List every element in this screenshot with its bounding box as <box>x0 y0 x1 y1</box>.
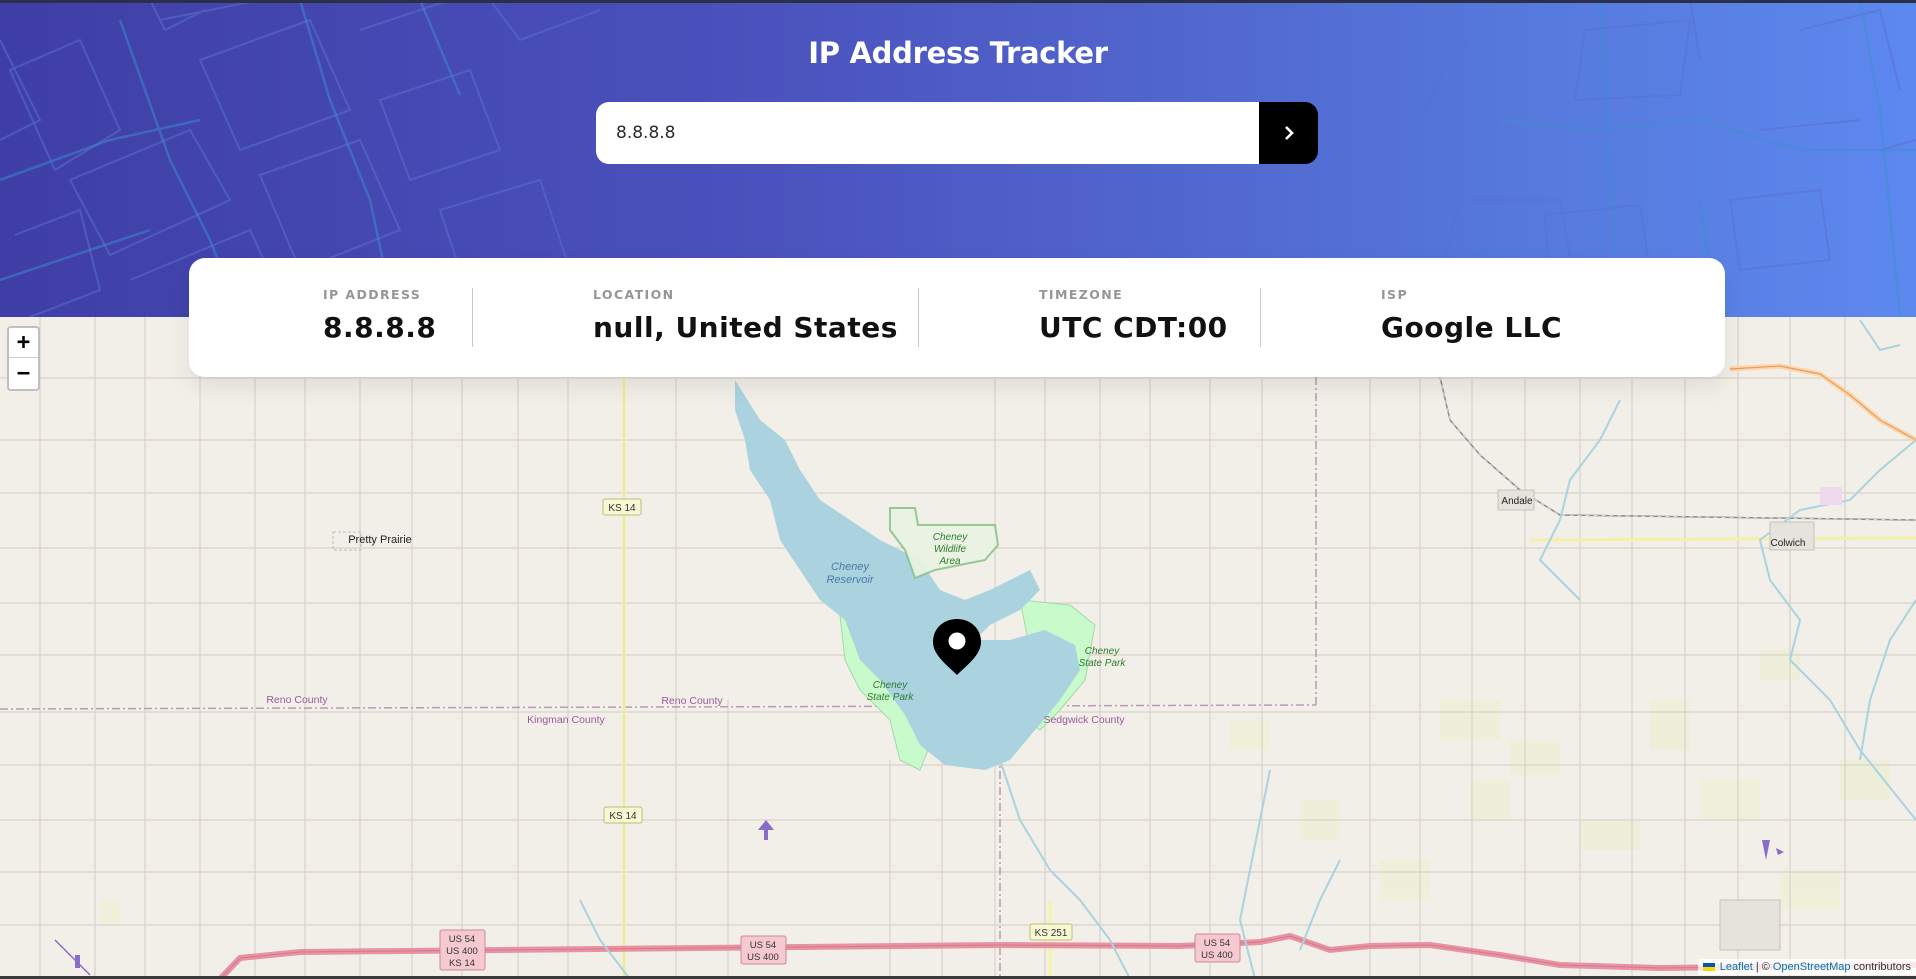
map-label-cheney-reservoir: Reservoir <box>826 574 874 586</box>
road-shield-label: US 400 <box>747 952 779 963</box>
map-label-pretty-prairie: Pretty Prairie <box>348 534 412 546</box>
timezone-value: UTC CDT:00 <box>1039 311 1228 344</box>
location-block: LOCATION null, United States <box>593 287 898 344</box>
timezone-label: TIMEZONE <box>1039 287 1124 302</box>
attribution-suffix: contributors <box>1853 961 1911 973</box>
leaflet-link[interactable]: Leaflet <box>1720 961 1753 973</box>
location-value: null, United States <box>593 311 898 344</box>
timezone-block: TIMEZONE UTC CDT:00 <box>1039 287 1228 344</box>
openstreetmap-link[interactable]: OpenStreetMap <box>1773 961 1851 973</box>
location-pin-icon[interactable] <box>931 617 983 681</box>
road-shield-label: US 54 <box>1204 938 1230 949</box>
map-label-andale: Andale <box>1501 496 1533 507</box>
search-input[interactable] <box>596 102 1259 164</box>
road-shield-label: KS 14 <box>449 958 475 969</box>
road-shield-us54: US 54 US 400 <box>740 935 787 965</box>
map-attribution: Leaflet | © OpenStreetMap contributors <box>1697 959 1916 975</box>
ip-address-block: IP ADDRESS 8.8.8.8 <box>323 287 436 344</box>
map-label-cheney-state-park: State Park <box>1079 658 1127 669</box>
search-bar <box>596 102 1318 164</box>
map-label-sedgwick-county: Sedgwick County <box>1043 714 1125 726</box>
map-label-cheney-state-park: State Park <box>867 692 915 703</box>
road-shield-label: US 400 <box>1201 950 1233 961</box>
map-label-cheney-state-park: Cheney <box>873 680 908 691</box>
road-shield-us54: US 54 US 400 <box>1194 933 1241 963</box>
map-label-kingman-county: Kingman County <box>527 714 605 726</box>
zoom-out-button[interactable]: − <box>9 358 38 388</box>
search-button[interactable] <box>1259 102 1318 164</box>
chevron-right-icon <box>1284 126 1294 140</box>
map-label-cheney-wildlife: Cheney <box>933 532 968 543</box>
road-shield-label: US 400 <box>446 946 478 957</box>
info-card: IP ADDRESS 8.8.8.8 LOCATION null, United… <box>189 258 1725 377</box>
divider <box>472 288 473 347</box>
road-shield-label: KS 251 <box>1035 928 1068 939</box>
map-label-reno-county: Reno County <box>266 694 328 706</box>
road-shield-label: US 54 <box>449 934 475 945</box>
road-shield-ks14: KS 14 <box>603 806 643 824</box>
divider <box>1260 288 1261 347</box>
map-label-cheney-state-park: Cheney <box>1085 646 1120 657</box>
map-label-colwich: Colwich <box>1770 538 1805 549</box>
top-border <box>0 0 1916 3</box>
road-shield-label: KS 14 <box>608 503 636 514</box>
divider <box>918 288 919 347</box>
zoom-control: + − <box>7 326 40 391</box>
isp-value: Google LLC <box>1381 311 1563 344</box>
map-label-reno-county: Reno County <box>661 695 723 707</box>
ip-address-label: IP ADDRESS <box>323 287 422 302</box>
isp-block: ISP Google LLC <box>1381 287 1562 344</box>
road-shield-ks14: KS 14 <box>602 498 642 516</box>
page-title: IP Address Tracker <box>808 36 1108 70</box>
zoom-in-button[interactable]: + <box>9 328 38 358</box>
map-label-cheney-reservoir: Cheney <box>831 561 870 573</box>
attribution-separator: | © <box>1755 961 1770 973</box>
road-shield-us54: US 54 US 400 KS 14 <box>439 929 486 971</box>
road-shield-label: US 54 <box>750 940 776 951</box>
location-label: LOCATION <box>593 287 675 302</box>
ukraine-flag-icon <box>1702 963 1715 971</box>
isp-label: ISP <box>1381 287 1409 302</box>
road-shield-label: KS 14 <box>609 811 637 822</box>
ip-address-value: 8.8.8.8 <box>323 311 437 344</box>
map-label-cheney-wildlife: Wildlife <box>934 544 967 555</box>
road-shield-ks251: KS 251 <box>1029 923 1073 941</box>
map-label-cheney-wildlife: Area <box>938 556 961 567</box>
